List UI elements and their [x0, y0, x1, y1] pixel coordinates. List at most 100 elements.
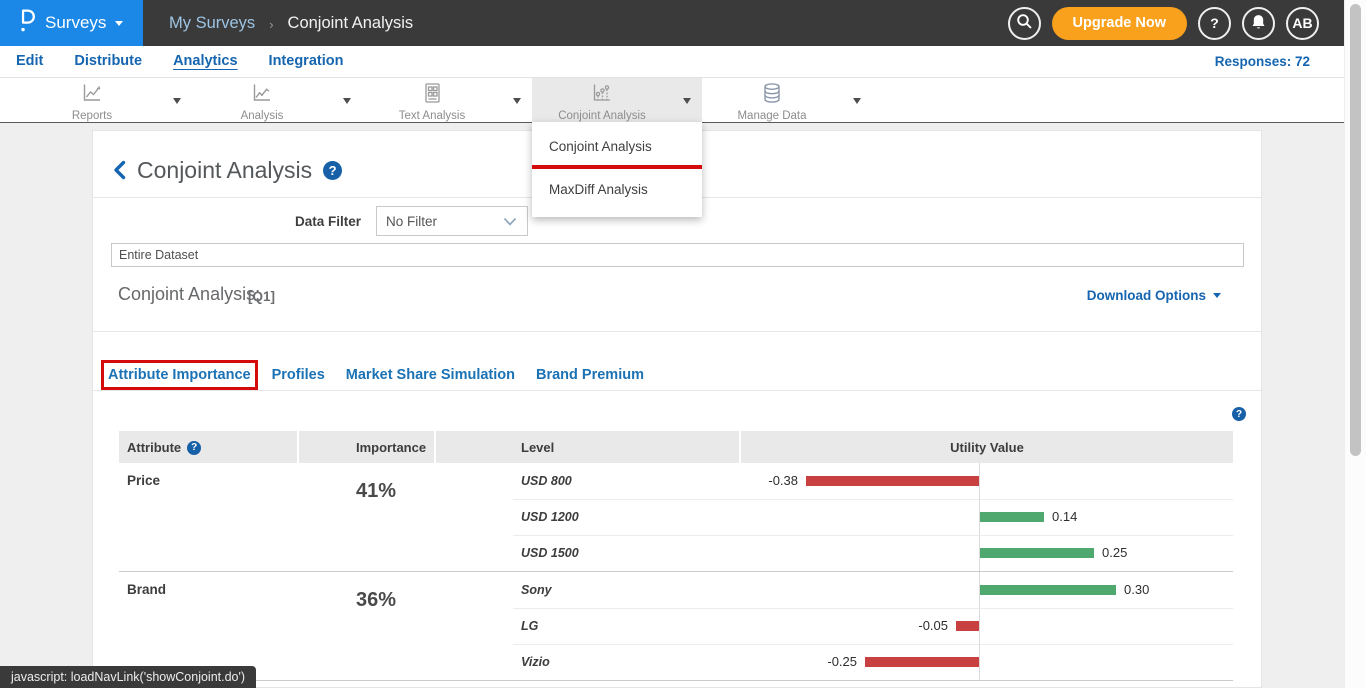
toolbar-item-caret-manage-data[interactable]	[842, 78, 872, 122]
tab-profiles[interactable]: Profiles	[272, 367, 325, 383]
responses-count[interactable]: Responses: 72	[1215, 54, 1310, 69]
section-title: Conjoint Analysis:	[118, 284, 260, 305]
level-row-vizio: Vizio-0.25	[119, 644, 1233, 680]
header-cell	[436, 431, 739, 463]
breadcrumb: My Surveys › Conjoint Analysis	[169, 14, 413, 33]
download-options-button[interactable]: Download Options	[1087, 288, 1221, 303]
level-label: USD 1200	[521, 510, 579, 524]
nav-tab-analytics[interactable]: Analytics	[173, 53, 237, 70]
chevron-down-icon	[115, 21, 123, 30]
utility-value-label: 0.25	[1102, 545, 1127, 560]
upgrade-now-button[interactable]: Upgrade Now	[1052, 7, 1187, 40]
conjoint-dropdown-menu: Conjoint Analysis MaxDiff Analysis	[532, 122, 702, 217]
data-filter-label: Data Filter	[253, 214, 361, 229]
dataset-value: Entire Dataset	[119, 248, 198, 262]
toolbar-item-label: Reports	[72, 110, 112, 122]
nav-tab-integration[interactable]: Integration	[269, 53, 344, 70]
level-label: USD 1500	[521, 546, 579, 560]
utility-value-label: 0.30	[1124, 582, 1149, 597]
toolbar-item-caret-analysis[interactable]	[332, 78, 362, 122]
search-button[interactable]	[1008, 7, 1041, 40]
chevron-down-icon	[343, 98, 351, 108]
back-chevron-icon[interactable]	[113, 160, 126, 180]
level-row-usd-1500: USD 1500 0.25	[119, 535, 1233, 571]
attribute-group-price: Price41%USD 800-0.38USD 12000.14USD 1500…	[119, 463, 1233, 571]
page-title-row: Conjoint Analysis ?	[113, 153, 342, 187]
report-tabs: Attribute Importance Profiles Market Share…	[108, 362, 644, 388]
header-actions: Upgrade Now ? AB	[1008, 7, 1344, 40]
chevron-down-icon	[683, 98, 691, 108]
toolbar-item-label: Analysis	[241, 110, 284, 122]
page-scrollbar[interactable]	[1344, 0, 1366, 688]
breadcrumb-current: Conjoint Analysis	[288, 14, 414, 33]
tab-attribute-importance[interactable]: Attribute Importance	[108, 367, 251, 383]
utility-bar	[865, 657, 979, 667]
level-row-usd-800: USD 800-0.38	[119, 463, 1233, 499]
toolbar-item-label: Text Analysis	[399, 110, 465, 122]
divider	[93, 331, 1261, 332]
level-row-usd-1200: USD 12000.14	[119, 499, 1233, 535]
table-body: Price41%USD 800-0.38USD 12000.14USD 1500…	[119, 463, 1233, 681]
nav-tabs: Edit Distribute Analytics Integration	[16, 53, 374, 70]
page-help-icon[interactable]: ?	[323, 161, 342, 180]
product-switcher[interactable]: Surveys	[0, 0, 143, 46]
search-icon	[1016, 13, 1033, 33]
utility-column-header: Utility Value	[741, 440, 1233, 455]
importance-column-header: Importance	[356, 440, 426, 455]
data-filter-value: No Filter	[386, 214, 437, 229]
questionpro-logo-icon	[17, 7, 36, 39]
product-label: Surveys	[45, 13, 106, 33]
scrollbar-thumb[interactable]	[1350, 4, 1361, 456]
toolbar-item-reports[interactable]: Reports	[22, 78, 192, 122]
red-annotation-underline	[532, 165, 702, 169]
level-label: Sony	[521, 583, 552, 597]
toolbar-item-label: Manage Data	[737, 110, 806, 122]
level-column-header: Level	[521, 440, 554, 455]
help-button[interactable]: ?	[1198, 7, 1231, 40]
utility-bar	[980, 585, 1116, 595]
chevron-down-icon	[853, 98, 861, 108]
breadcrumb-separator-icon: ›	[269, 17, 273, 32]
avatar[interactable]: AB	[1286, 7, 1319, 40]
level-label: LG	[521, 619, 538, 633]
text-analysis-document-icon	[422, 82, 442, 109]
toolbar-item-text-analysis[interactable]: Text Analysis	[362, 78, 532, 122]
attribute-help-icon[interactable]: ?	[187, 441, 201, 455]
nav-tab-distribute[interactable]: Distribute	[74, 53, 142, 70]
utility-bar	[806, 476, 979, 486]
menu-item-maxdiff-analysis[interactable]: MaxDiff Analysis	[532, 170, 702, 207]
question-mark-icon: ?	[1210, 15, 1219, 31]
reports-chart-icon	[81, 82, 103, 109]
dataset-input[interactable]: Entire Dataset	[111, 243, 1244, 267]
survey-nav-row: Edit Distribute Analytics Integration Respo…	[0, 46, 1344, 78]
conjoint-dot-chart-icon	[591, 82, 613, 109]
toolbar-item-caret-conjoint-analysis[interactable]	[672, 78, 702, 122]
toolbar-item-conjoint-analysis[interactable]: Conjoint Analysis	[532, 78, 702, 122]
tab-market-share-simulation[interactable]: Market Share Simulation	[346, 367, 515, 383]
attribute-column-header: Attribute ?	[127, 440, 201, 455]
breadcrumb-parent[interactable]: My Surveys	[169, 14, 255, 33]
page-title: Conjoint Analysis	[137, 157, 312, 184]
download-options-label: Download Options	[1087, 288, 1206, 303]
analytics-toolbar: Reports Analysis Text Analysis Conjoint Ana…	[0, 78, 1344, 123]
attribute-importance-table: Attribute ? Importance Level Utility Val…	[119, 431, 1233, 681]
level-row-lg: LG-0.05	[119, 608, 1233, 644]
level-row-sony: Sony 0.30	[119, 572, 1233, 608]
table-help-icon[interactable]: ?	[1232, 407, 1246, 421]
level-label: Vizio	[521, 655, 550, 669]
toolbar-item-caret-text-analysis[interactable]	[502, 78, 532, 122]
data-filter-select[interactable]: No Filter	[376, 206, 528, 236]
tab-wrap: Attribute Importance	[108, 366, 251, 384]
notifications-button[interactable]	[1242, 7, 1275, 40]
tab-wrap: Market Share Simulation	[346, 366, 515, 384]
tab-wrap: Profiles	[272, 366, 325, 384]
toolbar-item-analysis[interactable]: Analysis	[192, 78, 362, 122]
chevron-down-icon	[513, 98, 521, 108]
toolbar-item-caret-reports[interactable]	[162, 78, 192, 122]
menu-item-conjoint-analysis[interactable]: Conjoint Analysis	[532, 127, 702, 164]
nav-tab-edit[interactable]: Edit	[16, 53, 43, 70]
top-header-bar: Surveys My Surveys › Conjoint Analysis U…	[0, 0, 1344, 46]
database-icon	[761, 82, 783, 109]
tab-brand-premium[interactable]: Brand Premium	[536, 367, 644, 383]
toolbar-item-manage-data[interactable]: Manage Data	[702, 78, 872, 122]
